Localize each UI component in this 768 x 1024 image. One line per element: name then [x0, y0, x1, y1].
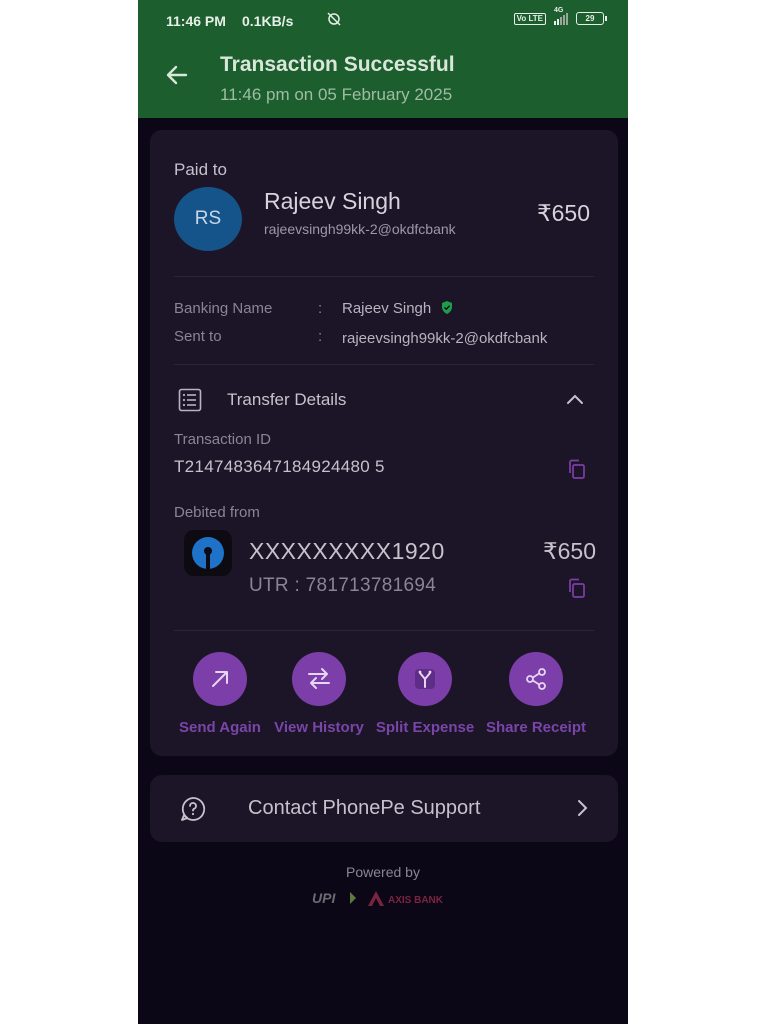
- back-arrow-icon[interactable]: [162, 60, 192, 90]
- banking-name-text: Rajeev Singh: [342, 300, 432, 317]
- status-data-rate: 0.1KB/s: [242, 13, 294, 29]
- divider: [174, 630, 594, 631]
- banking-name-label: Banking Name: [174, 300, 273, 317]
- utr-number: UTR : 781713781694: [249, 575, 437, 596]
- phone-screen: 11:46 PM 0.1KB/s Vo LTE 4G 29 Transactio…: [138, 0, 628, 1024]
- status-bar: 11:46 PM 0.1KB/s Vo LTE 4G 29: [138, 0, 628, 38]
- swap-arrows-icon[interactable]: [292, 652, 346, 706]
- alarm-off-icon: [326, 12, 342, 29]
- sent-to-colon: :: [318, 328, 323, 345]
- volte-icon: Vo LTE: [513, 12, 546, 25]
- page-title: Transaction Successful: [220, 53, 455, 76]
- send-again-button[interactable]: Send Again: [165, 652, 275, 736]
- view-history-label[interactable]: View History: [264, 719, 374, 736]
- banking-name-colon: :: [318, 300, 323, 317]
- share-receipt-button[interactable]: Share Receipt: [481, 652, 591, 736]
- payee-amount: ₹650: [536, 200, 590, 226]
- share-icon[interactable]: [509, 652, 563, 706]
- sent-to-value: rajeevsingh99kk-2@okdfcbank: [342, 330, 548, 347]
- partner-logos: UPI AXIS BANK: [310, 888, 470, 908]
- status-right-icons: Vo LTE 4G 29: [513, 7, 607, 25]
- arrow-up-right-icon[interactable]: [193, 652, 247, 706]
- list-icon: [178, 388, 202, 417]
- payee-upi-id: rajeevsingh99kk-2@okdfcbank: [264, 221, 456, 237]
- contact-support-label[interactable]: Contact PhonePe Support: [248, 797, 480, 820]
- share-receipt-label[interactable]: Share Receipt: [481, 719, 591, 736]
- transaction-timestamp: 11:46 pm on 05 February 2025: [220, 85, 453, 104]
- verified-shield-icon: [441, 300, 453, 318]
- payee-name: Rajeev Singh: [264, 188, 401, 214]
- chevron-right-icon[interactable]: [576, 799, 588, 822]
- powered-by-label: Powered by: [346, 864, 420, 880]
- network-type: 4G: [554, 6, 564, 14]
- divider: [174, 276, 594, 277]
- contact-support-button[interactable]: Contact PhonePe Support: [150, 775, 618, 842]
- chevron-up-icon[interactable]: [566, 392, 584, 410]
- signal-icon: 4G: [554, 7, 568, 25]
- debited-from-label: Debited from: [174, 504, 260, 521]
- send-again-label[interactable]: Send Again: [165, 719, 275, 736]
- sbi-logo-icon: [184, 530, 232, 576]
- transfer-details-title[interactable]: Transfer Details: [227, 390, 346, 410]
- upi-logo-text: UPI: [312, 890, 336, 906]
- transaction-id: T2147483647184924480 5: [174, 457, 385, 476]
- transaction-card: Paid to RS Rajeev Singh rajeevsingh99kk-…: [150, 130, 618, 756]
- status-time: 11:46 PM: [166, 13, 226, 29]
- battery-icon: 29: [576, 12, 607, 25]
- paid-to-label: Paid to: [174, 160, 227, 179]
- split-expense-button[interactable]: Split Expense: [370, 652, 480, 736]
- banking-name-value: Rajeev Singh: [342, 300, 453, 318]
- sent-to-label: Sent to: [174, 328, 222, 345]
- avatar: RS: [174, 187, 242, 251]
- divider: [174, 364, 594, 365]
- help-icon: [180, 796, 206, 827]
- view-history-button[interactable]: View History: [264, 652, 374, 736]
- debit-account-number: XXXXXXXXX1920: [249, 538, 445, 564]
- copy-icon[interactable]: [566, 458, 588, 480]
- upi-axis-logo-icon: UPI AXIS BANK: [312, 890, 444, 906]
- header-bar: Transaction Successful 11:46 pm on 05 Fe…: [138, 38, 628, 118]
- debit-amount: ₹650: [542, 538, 596, 564]
- split-icon[interactable]: [398, 652, 452, 706]
- copy-icon[interactable]: [566, 577, 588, 599]
- split-expense-label[interactable]: Split Expense: [370, 719, 480, 736]
- axis-bank-logo-text: AXIS BANK: [388, 895, 444, 906]
- transaction-id-label: Transaction ID: [174, 431, 271, 448]
